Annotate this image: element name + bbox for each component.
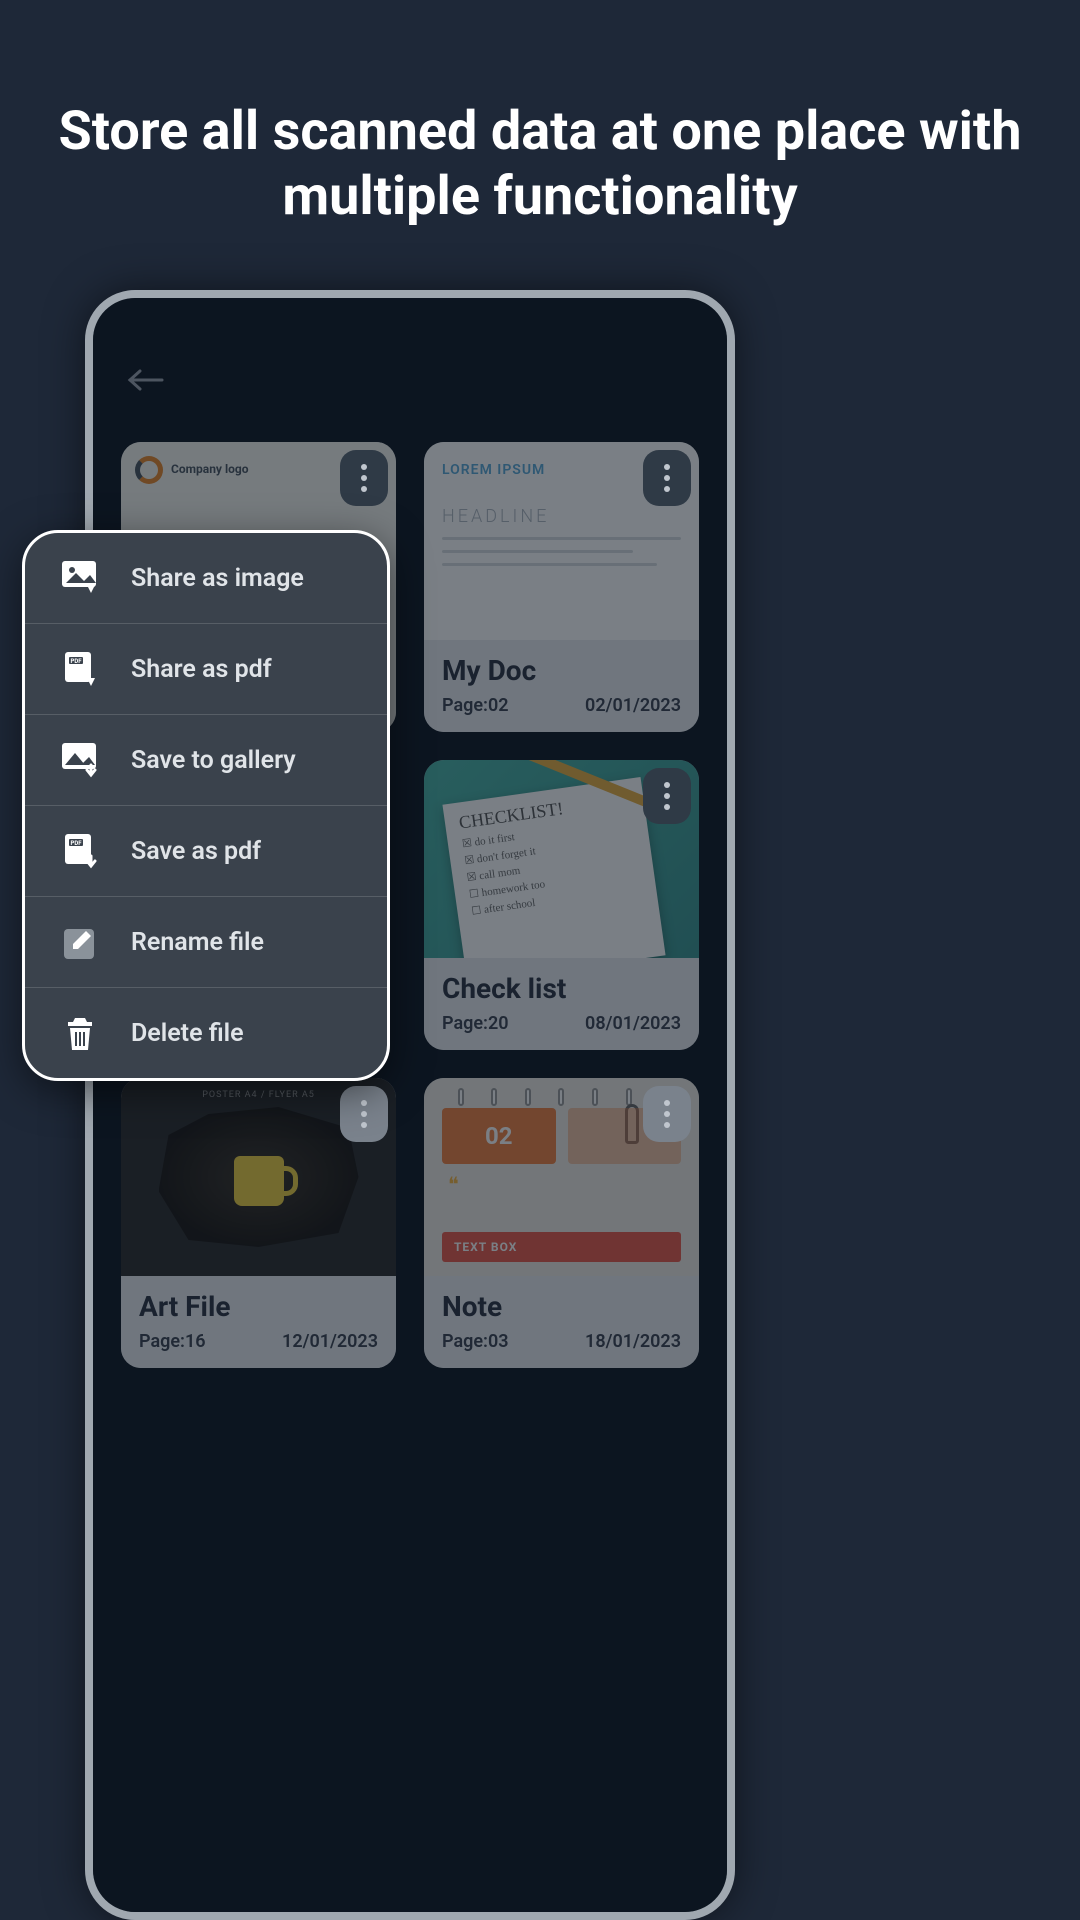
thumb-label: HEADLINE — [442, 506, 681, 527]
menu-item-label: Share as pdf — [131, 655, 272, 684]
pdf-download-icon: PDF — [59, 830, 101, 872]
thumb-company-label: Company logo — [171, 463, 249, 476]
menu-share-image[interactable]: Share as image — [25, 533, 387, 624]
card-page-count: Page:03 — [442, 1331, 509, 1352]
document-card[interactable]: CHECKLIST! ☒ do it first ☒ don't forget … — [424, 760, 699, 1050]
card-date: 08/01/2023 — [585, 1013, 681, 1034]
document-card[interactable]: POSTER A4 / FLYER A5 Art File Page:16 12… — [121, 1078, 396, 1368]
card-title: Art File — [139, 1290, 378, 1323]
menu-item-label: Save to gallery — [131, 746, 296, 775]
card-more-button[interactable] — [643, 450, 691, 506]
more-vertical-icon — [664, 782, 670, 810]
image-download-icon — [59, 739, 101, 781]
document-card[interactable]: LOREM IPSUM HEADLINE My Doc Page:02 02/0… — [424, 442, 699, 732]
menu-delete[interactable]: Delete file — [25, 988, 387, 1078]
more-vertical-icon — [664, 464, 670, 492]
menu-item-label: Share as image — [131, 564, 304, 593]
menu-item-label: Delete file — [131, 1019, 244, 1048]
svg-text:PDF: PDF — [70, 658, 82, 665]
card-date: 02/01/2023 — [585, 695, 681, 716]
arrow-left-icon — [126, 368, 166, 392]
card-more-button[interactable] — [340, 450, 388, 506]
menu-save-gallery[interactable]: Save to gallery — [25, 715, 387, 806]
more-vertical-icon — [361, 464, 367, 492]
card-date: 18/01/2023 — [585, 1331, 681, 1352]
card-title: My Doc — [442, 654, 681, 687]
more-vertical-icon — [664, 1100, 670, 1128]
card-more-button[interactable] — [643, 768, 691, 824]
document-card[interactable]: 02 ❝ TEXT BOX Note Page:03 18/01/2023 — [424, 1078, 699, 1368]
promo-headline: Store all scanned data at one place with… — [0, 0, 1080, 230]
thumb-label: TEXT BOX — [442, 1232, 681, 1262]
pdf-share-icon: PDF — [59, 648, 101, 690]
card-more-button[interactable] — [643, 1086, 691, 1142]
back-button[interactable] — [126, 368, 699, 392]
trash-icon — [59, 1012, 101, 1054]
svg-text:PDF: PDF — [70, 840, 82, 847]
menu-item-label: Save as pdf — [131, 837, 261, 866]
card-date: 12/01/2023 — [282, 1331, 378, 1352]
card-page-count: Page:20 — [442, 1013, 509, 1034]
thumb-label: POSTER A4 / FLYER A5 — [202, 1090, 315, 1100]
more-vertical-icon — [361, 1100, 367, 1128]
card-page-count: Page:02 — [442, 695, 509, 716]
context-menu: Share as image PDF Share as pdf Save to … — [22, 530, 390, 1081]
menu-share-pdf[interactable]: PDF Share as pdf — [25, 624, 387, 715]
card-more-button[interactable] — [340, 1086, 388, 1142]
edit-icon — [59, 921, 101, 963]
card-title: Check list — [442, 972, 681, 1005]
menu-save-pdf[interactable]: PDF Save as pdf — [25, 806, 387, 897]
menu-rename[interactable]: Rename file — [25, 897, 387, 988]
card-title: Note — [442, 1290, 681, 1323]
menu-item-label: Rename file — [131, 928, 264, 957]
card-page-count: Page:16 — [139, 1331, 206, 1352]
image-share-icon — [59, 557, 101, 599]
